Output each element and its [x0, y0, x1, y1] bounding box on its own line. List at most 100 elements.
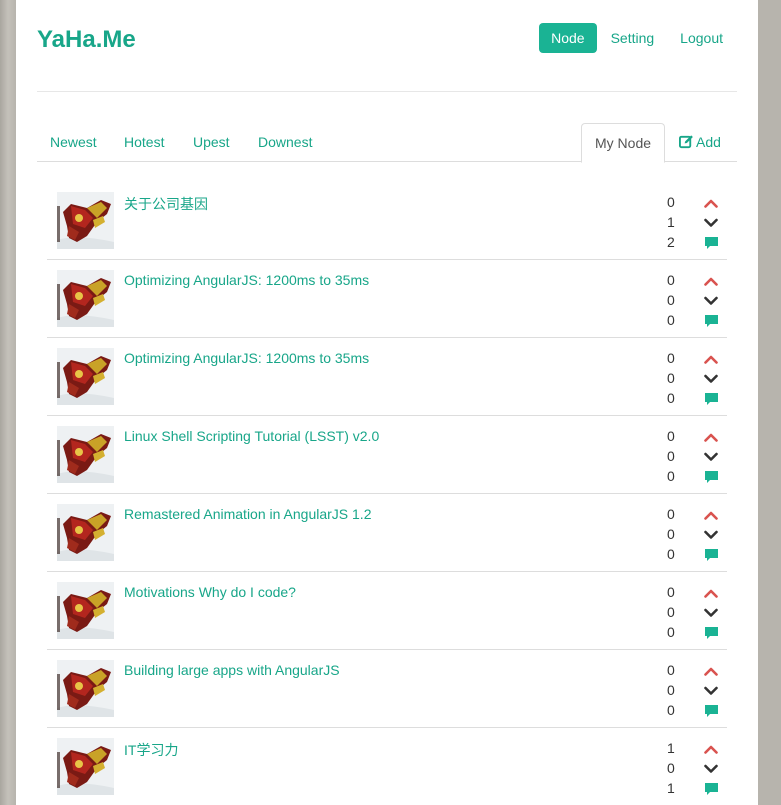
upvote-button[interactable]: [703, 505, 719, 525]
up-count: 0: [667, 428, 675, 444]
tab-upest[interactable]: Upest: [180, 123, 243, 162]
item-counts: 0 1 2: [667, 193, 681, 253]
nav-setting[interactable]: Setting: [599, 23, 667, 53]
chevron-down-icon: [704, 764, 718, 773]
tab-newest[interactable]: Newest: [37, 123, 110, 162]
downvote-button[interactable]: [703, 759, 719, 779]
item-actions: [703, 349, 719, 409]
page-container: YaHa.Me Node Setting Logout Newest Hotes…: [16, 0, 758, 805]
down-count: 0: [667, 760, 675, 776]
item-counts: 0 0 0: [667, 661, 681, 721]
item-title-link[interactable]: Optimizing AngularJS: 1200ms to 35ms: [124, 350, 369, 366]
nav-node[interactable]: Node: [539, 23, 597, 53]
chevron-down-icon: [704, 686, 718, 695]
avatar[interactable]: [57, 738, 114, 795]
item-counts: 0 0 0: [667, 349, 681, 409]
comment-button[interactable]: [703, 467, 719, 487]
down-count: 0: [667, 448, 675, 464]
upvote-button[interactable]: [703, 427, 719, 447]
upvote-button[interactable]: [703, 349, 719, 369]
upvote-button[interactable]: [703, 661, 719, 681]
comment-button[interactable]: [703, 389, 719, 409]
item-actions: [703, 427, 719, 487]
list-item: 关于公司基因 0 1 2: [47, 182, 727, 260]
up-count: 0: [667, 350, 675, 366]
header-divider: [37, 91, 737, 92]
down-count: 0: [667, 682, 675, 698]
avatar[interactable]: [57, 504, 114, 561]
add-button[interactable]: Add: [666, 123, 734, 162]
downvote-button[interactable]: [703, 681, 719, 701]
sort-tabs: Newest Hotest Upest Downest My Node Add: [37, 123, 737, 163]
list-item: Optimizing AngularJS: 1200ms to 35ms 0 0 0: [47, 338, 727, 416]
comment-icon: [704, 315, 718, 327]
comment-icon: [704, 627, 718, 639]
chevron-down-icon: [704, 608, 718, 617]
tab-my-node[interactable]: My Node: [581, 123, 666, 163]
item-actions: [703, 193, 719, 253]
item-actions: [703, 583, 719, 643]
comment-count: 0: [667, 546, 675, 562]
comment-button[interactable]: [703, 701, 719, 721]
item-title-link[interactable]: Linux Shell Scripting Tutorial (LSST) v2…: [124, 428, 379, 444]
avatar[interactable]: [57, 348, 114, 405]
tab-downest[interactable]: Downest: [245, 123, 325, 162]
item-title-link[interactable]: Remastered Animation in AngularJS 1.2: [124, 506, 371, 522]
comment-count: 0: [667, 312, 675, 328]
node-list: 关于公司基因 0 1 2 Optimizing AngularJS: 1200ms t…: [47, 182, 727, 805]
downvote-button[interactable]: [703, 369, 719, 389]
comment-icon: [704, 705, 718, 717]
down-count: 0: [667, 604, 675, 620]
brand-logo[interactable]: YaHa.Me: [37, 26, 136, 54]
avatar[interactable]: [57, 582, 114, 639]
downvote-button[interactable]: [703, 213, 719, 233]
comment-icon: [704, 237, 718, 249]
down-count: 1: [667, 214, 675, 230]
tab-hotest[interactable]: Hotest: [111, 123, 177, 162]
downvote-button[interactable]: [703, 525, 719, 545]
comment-button[interactable]: [703, 623, 719, 643]
list-item: Building large apps with AngularJS 0 0 0: [47, 650, 727, 728]
avatar[interactable]: [57, 192, 114, 249]
upvote-button[interactable]: [703, 583, 719, 603]
item-title-link[interactable]: Optimizing AngularJS: 1200ms to 35ms: [124, 272, 369, 288]
comment-button[interactable]: [703, 311, 719, 331]
chevron-down-icon: [704, 374, 718, 383]
list-item: IT学习力 1 0 1: [47, 728, 727, 805]
chevron-up-icon: [704, 745, 718, 754]
item-title-link[interactable]: Motivations Why do I code?: [124, 584, 296, 600]
chevron-up-icon: [704, 277, 718, 286]
chevron-up-icon: [704, 355, 718, 364]
avatar[interactable]: [57, 270, 114, 327]
item-title-link[interactable]: Building large apps with AngularJS: [124, 662, 340, 678]
upvote-button[interactable]: [703, 193, 719, 213]
avatar[interactable]: [57, 660, 114, 717]
downvote-button[interactable]: [703, 291, 719, 311]
item-title-link[interactable]: 关于公司基因: [124, 194, 208, 214]
item-title-link[interactable]: IT学习力: [124, 740, 178, 760]
avatar[interactable]: [57, 426, 114, 483]
top-nav: Node Setting Logout: [537, 23, 735, 53]
item-actions: [703, 661, 719, 721]
list-item: Optimizing AngularJS: 1200ms to 35ms 0 0 0: [47, 260, 727, 338]
upvote-button[interactable]: [703, 739, 719, 759]
downvote-button[interactable]: [703, 447, 719, 467]
chevron-down-icon: [704, 452, 718, 461]
chevron-up-icon: [704, 667, 718, 676]
item-counts: 0 0 0: [667, 583, 681, 643]
chevron-down-icon: [704, 530, 718, 539]
up-count: 0: [667, 194, 675, 210]
item-counts: 0 0 0: [667, 505, 681, 565]
comment-button[interactable]: [703, 545, 719, 565]
comment-count: 1: [667, 780, 675, 796]
item-actions: [703, 271, 719, 331]
chevron-down-icon: [704, 218, 718, 227]
nav-logout[interactable]: Logout: [668, 23, 735, 53]
comment-count: 0: [667, 390, 675, 406]
downvote-button[interactable]: [703, 603, 719, 623]
upvote-button[interactable]: [703, 271, 719, 291]
comment-button[interactable]: [703, 779, 719, 799]
item-counts: 1 0 1: [667, 739, 681, 799]
comment-button[interactable]: [703, 233, 719, 253]
up-count: 1: [667, 740, 675, 756]
